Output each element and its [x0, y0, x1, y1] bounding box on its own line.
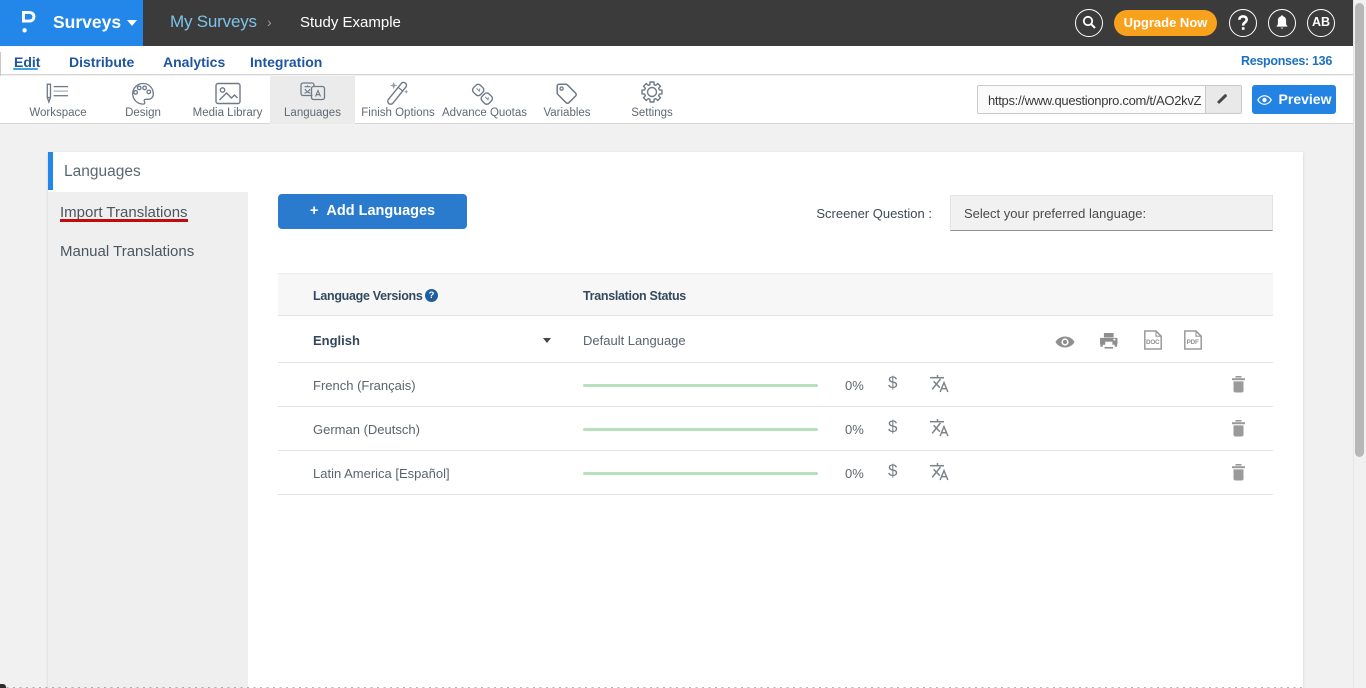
svg-text:DOC: DOC	[1146, 339, 1160, 346]
svg-text:PDF: PDF	[1187, 339, 1199, 346]
